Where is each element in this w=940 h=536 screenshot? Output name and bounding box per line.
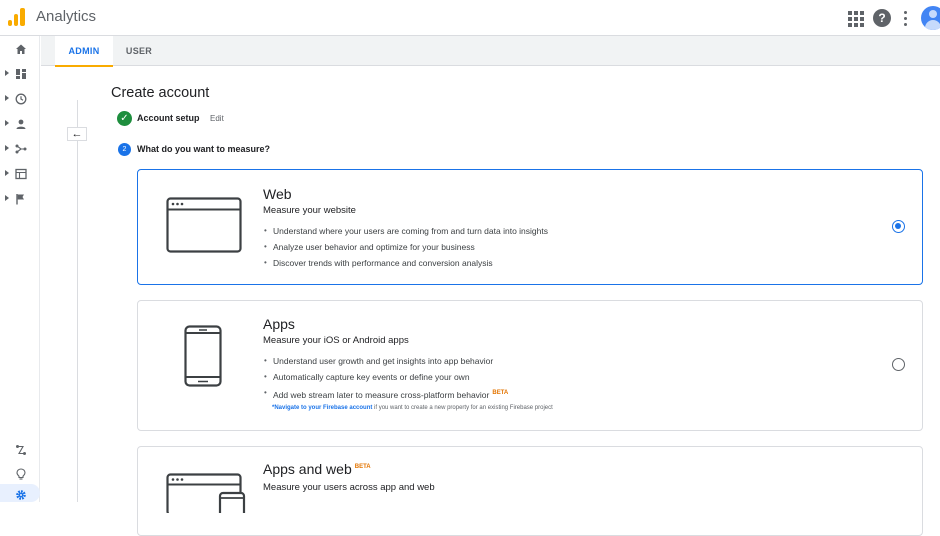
app-title: Analytics — [36, 8, 97, 25]
apps-card-title: Apps — [263, 316, 295, 332]
web-radio-button[interactable] — [892, 220, 905, 233]
beta-badge: BETA — [492, 390, 509, 396]
create-account-panel: ← Create account ✓ Account setup Edit 2 … — [41, 67, 940, 536]
audience-icon[interactable] — [0, 114, 40, 134]
admin-user-tabs: ADMIN USER — [41, 36, 940, 67]
apps-card-subtitle: Measure your iOS or Android apps — [263, 335, 409, 346]
list-item: Automatically capture key events or defi… — [263, 369, 508, 385]
dashboard-icon[interactable] — [0, 64, 40, 84]
firebase-note-text: if you want to create a new property for… — [372, 405, 553, 411]
apps-and-web-option-card[interactable]: Apps and web BETA Measure your users acro… — [137, 446, 923, 536]
web-card-title: Web — [263, 186, 292, 202]
conversions-flag-icon[interactable] — [0, 189, 40, 209]
realtime-clock-icon[interactable] — [0, 89, 40, 109]
back-button[interactable]: ← — [67, 127, 87, 141]
admin-gear-icon[interactable] — [0, 485, 40, 505]
step-complete-check-icon: ✓ — [117, 111, 132, 126]
top-app-bar: Analytics ? — [0, 0, 940, 36]
attribution-icon[interactable] — [0, 440, 40, 460]
step-number-badge: 2 — [118, 143, 131, 156]
web-card-features: Understand where your users are coming f… — [263, 223, 548, 271]
apps-option-card[interactable]: Apps Measure your iOS or Android apps Un… — [137, 300, 923, 431]
home-icon[interactable] — [0, 39, 40, 59]
list-item: Understand user growth and get insights … — [263, 353, 508, 369]
web-and-app-icon — [166, 473, 246, 513]
beta-badge: BETA — [354, 464, 371, 471]
stepper-line — [77, 100, 78, 502]
help-icon[interactable]: ? — [873, 9, 891, 27]
firebase-account-link[interactable]: *Navigate to your Firebase account — [272, 405, 372, 411]
apps-web-card-title: Apps and web BETA — [263, 461, 371, 477]
left-nav-rail — [0, 36, 40, 502]
list-item: Understand where your users are coming f… — [263, 223, 548, 239]
step-measure-label: What do you want to measure? — [137, 144, 271, 154]
list-item: Add web stream later to measure cross-pl… — [263, 385, 508, 401]
browser-window-icon — [166, 197, 242, 253]
insights-bulb-icon[interactable] — [0, 464, 40, 484]
apps-radio-button[interactable] — [892, 358, 905, 371]
firebase-note: *Navigate to your Firebase account if yo… — [272, 405, 553, 411]
acquisition-icon[interactable] — [0, 139, 40, 159]
web-card-subtitle: Measure your website — [263, 205, 356, 216]
apps-web-title-text: Apps and web — [263, 461, 352, 477]
behavior-icon[interactable] — [0, 164, 40, 184]
step-account-setup-label: Account setup — [137, 113, 200, 123]
page-title: Create account — [111, 85, 210, 101]
account-avatar[interactable] — [921, 6, 940, 30]
list-item-text: Add web stream later to measure cross-pl… — [273, 389, 490, 400]
mobile-phone-icon — [184, 325, 222, 387]
more-vert-icon[interactable] — [897, 9, 915, 27]
apps-grid-icon[interactable] — [846, 9, 864, 27]
apps-web-card-subtitle: Measure your users across app and web — [263, 482, 435, 493]
web-option-card[interactable]: Web Measure your website Understand wher… — [137, 169, 923, 285]
analytics-logo-icon — [8, 8, 26, 26]
tab-admin[interactable]: ADMIN — [55, 36, 113, 67]
list-item: Discover trends with performance and con… — [263, 255, 548, 271]
apps-card-features: Understand user growth and get insights … — [263, 353, 508, 401]
step-edit-link[interactable]: Edit — [210, 114, 224, 123]
tab-user[interactable]: USER — [119, 36, 159, 66]
list-item: Analyze user behavior and optimize for y… — [263, 239, 548, 255]
